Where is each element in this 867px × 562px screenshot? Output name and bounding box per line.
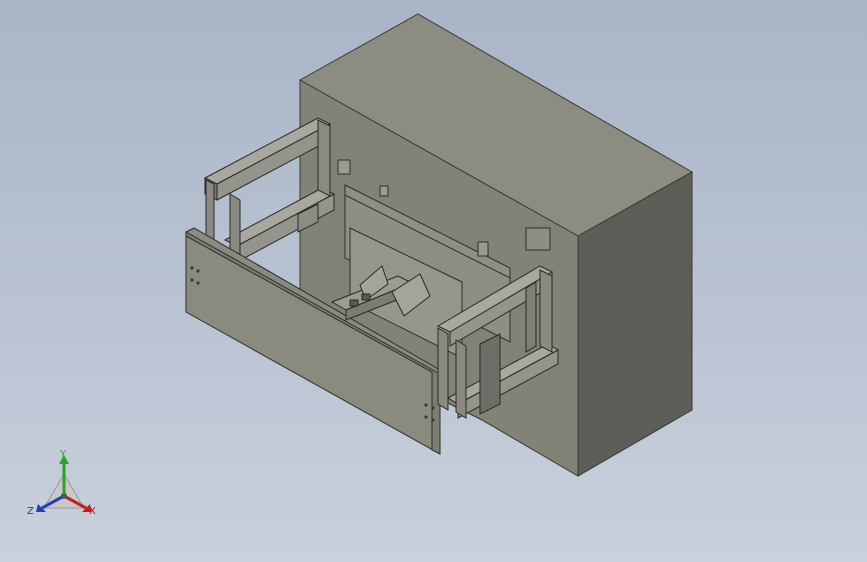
view-orientation-triad[interactable]: Y X Z	[26, 450, 102, 522]
wall-bracket-left	[337, 159, 351, 175]
x-axis-label: X	[89, 506, 96, 517]
y-axis-label: Y	[60, 449, 67, 460]
latch-right	[525, 227, 551, 251]
wall-bracket-mid	[379, 185, 389, 197]
z-axis-label: Z	[27, 506, 34, 517]
cad-model	[185, 13, 694, 477]
graphics-viewport[interactable]: Y X Z	[0, 0, 867, 562]
wall-bracket-right	[477, 241, 489, 257]
